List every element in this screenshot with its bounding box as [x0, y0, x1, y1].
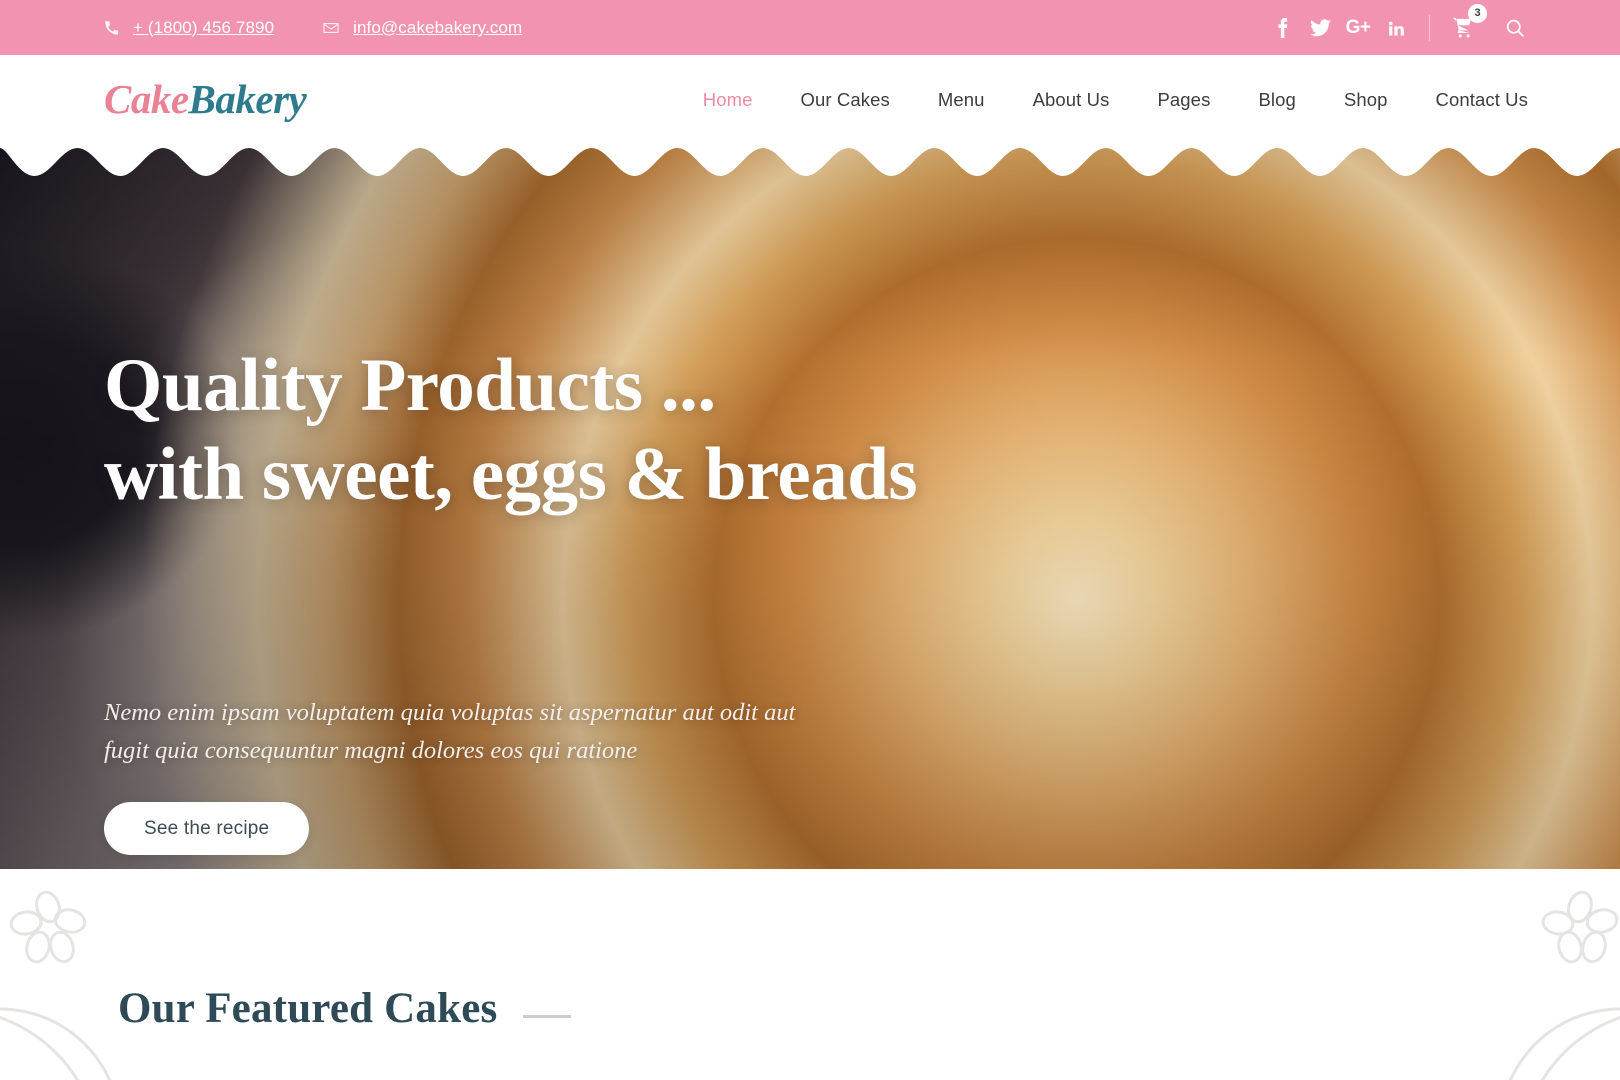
site-logo[interactable]: CakeBakery	[104, 76, 307, 122]
hero-heading: Quality Products ... with sweet, eggs & …	[104, 342, 918, 519]
hero-heading-line-1: Quality Products ...	[104, 344, 716, 427]
cart-count-badge: 3	[1468, 3, 1487, 23]
email-link[interactable]: info@cakebakery.com	[322, 18, 522, 38]
phone-number: + (1800) 456 7890	[133, 17, 275, 37]
shopping-cart-icon[interactable]: 3	[1448, 3, 1487, 43]
hero-subtitle: Nemo enim ipsam voluptatem quia voluptas…	[104, 694, 795, 770]
hero-subtitle-line-1: Nemo enim ipsam voluptatem quia voluptas…	[104, 699, 796, 726]
logo-text-bakery: Bakery	[188, 76, 307, 122]
nav-item-shop[interactable]: Shop	[1320, 89, 1412, 111]
social-links: G+	[1263, 13, 1415, 43]
facebook-icon[interactable]	[1263, 13, 1301, 43]
email-address: info@cakebakery.com	[353, 17, 523, 37]
topbar-contact-group: + (1800) 456 7890 info@cakebakery.com	[104, 18, 1263, 38]
twitter-icon[interactable]	[1301, 13, 1339, 43]
top-utility-bar: + (1800) 456 7890 info@cakebakery.com G+	[0, 0, 1620, 55]
hero-content: Quality Products ... with sweet, eggs & …	[0, 144, 1620, 869]
flower-outline-decoration-left	[0, 879, 170, 1080]
nav-item-menu[interactable]: Menu	[914, 89, 1009, 111]
hero-banner: Quality Products ... with sweet, eggs & …	[0, 144, 1620, 869]
featured-section-title: Our Featured Cakes	[118, 985, 498, 1032]
nav-item-our-cakes[interactable]: Our Cakes	[777, 89, 914, 111]
topbar-actions-group: G+ 3	[1263, 3, 1528, 43]
featured-cakes-section: Our Featured Cakes	[0, 869, 1620, 1080]
topbar-divider	[1429, 14, 1430, 41]
see-the-recipe-button[interactable]: See the recipe	[104, 802, 310, 855]
nav-item-pages[interactable]: Pages	[1133, 89, 1234, 111]
logo-text-cake: Cake	[104, 76, 189, 122]
phone-link[interactable]: + (1800) 456 7890	[104, 18, 274, 38]
page-root: + (1800) 456 7890 info@cakebakery.com G+	[0, 0, 1620, 1080]
hero-heading-line-2: with sweet, eggs & breads	[104, 432, 918, 516]
nav-item-blog[interactable]: Blog	[1234, 89, 1319, 111]
envelope-icon	[322, 19, 340, 37]
primary-navigation: Home Our Cakes Menu About Us Pages Blog …	[679, 89, 1528, 111]
phone-icon	[104, 20, 120, 36]
featured-heading-group: Our Featured Cakes	[118, 984, 572, 1033]
search-icon[interactable]	[1502, 15, 1528, 41]
main-header: CakeBakery Home Our Cakes Menu About Us …	[0, 55, 1620, 144]
hero-subtitle-line-2: fugit quia consequuntur magni dolores eo…	[104, 736, 638, 764]
nav-item-contact-us[interactable]: Contact Us	[1411, 89, 1528, 111]
flower-outline-decoration-right	[1450, 879, 1620, 1080]
heading-rule	[523, 1015, 572, 1018]
linkedin-icon[interactable]	[1377, 13, 1415, 43]
nav-item-home[interactable]: Home	[679, 89, 777, 111]
google-plus-icon[interactable]: G+	[1339, 13, 1377, 43]
nav-item-about-us[interactable]: About Us	[1009, 89, 1134, 111]
